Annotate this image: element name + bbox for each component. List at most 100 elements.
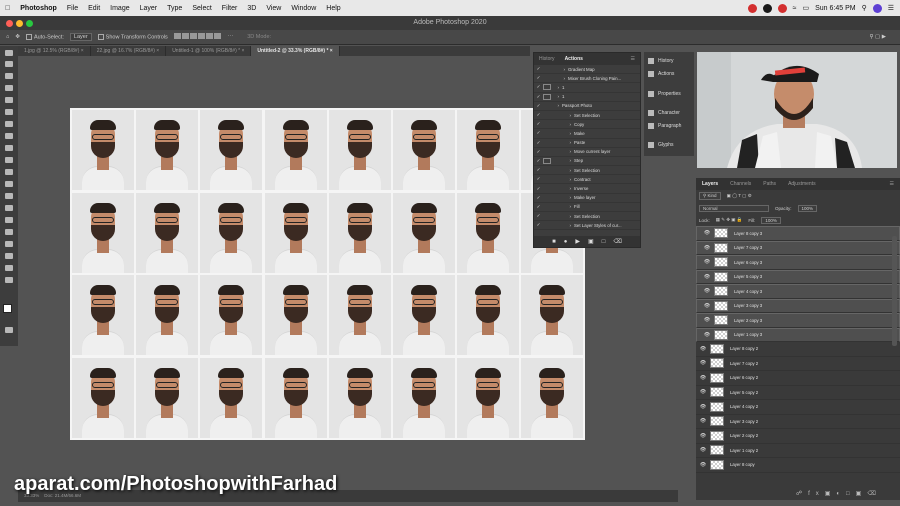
menu-help[interactable]: Help (321, 5, 345, 12)
circle-icon[interactable] (762, 3, 772, 13)
clone-stamp-tool-icon[interactable] (5, 169, 13, 175)
action-row[interactable]: ✓ › Passport Photo (534, 102, 640, 111)
eraser-tool-icon[interactable] (5, 181, 13, 187)
action-row[interactable]: ✓ › Move current layer (534, 148, 640, 157)
chevron-right-icon[interactable]: › (553, 195, 571, 200)
opacity-field[interactable]: 100% (797, 204, 818, 212)
chevron-right-icon[interactable]: › (553, 168, 571, 173)
battery-icon[interactable]: ▭ (802, 4, 809, 12)
healing-tool-icon[interactable] (5, 145, 13, 151)
doc-tab-2[interactable]: 22.jpg @ 16.7% (RGB/8#) × (91, 46, 167, 56)
check-icon[interactable]: ✓ (534, 103, 543, 109)
pen-tool-icon[interactable] (5, 205, 13, 211)
home-icon[interactable]: ⌂ (6, 34, 9, 40)
new-action-icon[interactable]: □ (602, 239, 606, 245)
doc-tab-1[interactable]: 1.jpg @ 12.5% (RGB/8#) × (18, 46, 91, 56)
action-row[interactable]: ✓ › 1 (534, 93, 640, 102)
doc-tab-4[interactable]: Untitled-2 @ 33.3% (RGB/8#) * × (251, 46, 340, 56)
paragraph-panel-button[interactable]: Paragraph (648, 123, 681, 129)
shape-tool-icon[interactable] (5, 241, 13, 247)
quick-select-tool-icon[interactable] (5, 97, 13, 103)
action-row[interactable]: ✓ › Make layer (534, 194, 640, 203)
check-icon[interactable]: ✓ (534, 149, 543, 155)
apple-icon[interactable]:  (0, 5, 15, 12)
brush-tool-icon[interactable] (5, 157, 13, 163)
check-icon[interactable]: ✓ (534, 176, 543, 182)
frame-tool-icon[interactable] (5, 121, 13, 127)
check-icon[interactable]: ✓ (534, 94, 543, 100)
workspace-icons[interactable]: ⚲ ▢ ▶ (869, 34, 886, 40)
check-icon[interactable]: ✓ (534, 204, 543, 210)
quick-mask-icon[interactable] (5, 327, 13, 333)
check-icon[interactable]: ✓ (534, 66, 543, 72)
chevron-right-icon[interactable]: › (553, 76, 565, 81)
eye-icon[interactable]: 👁 (696, 447, 710, 453)
layer-row[interactable]: 👁 Layer 8 copy 3 (696, 226, 900, 241)
hand-tool-icon[interactable] (5, 253, 13, 259)
chevron-right-icon[interactable]: › (553, 131, 571, 136)
eye-icon[interactable]: 👁 (696, 433, 710, 439)
action-row[interactable]: ✓ › Contract (534, 175, 640, 185)
layer-row[interactable]: 👁 Layer 7 copy 2 (696, 357, 900, 371)
status-icon[interactable] (777, 3, 787, 13)
close-window-button[interactable] (6, 20, 13, 27)
layers-scrollbar[interactable] (892, 236, 897, 346)
chevron-right-icon[interactable]: › (553, 186, 571, 191)
chevron-right-icon[interactable]: › (553, 94, 559, 99)
panel-menu-icon[interactable]: ☰ (884, 181, 900, 187)
layer-row[interactable]: 👁 Layer 4 copy 3 (696, 284, 900, 299)
artboard-tool-icon[interactable] (5, 61, 13, 67)
menu-window[interactable]: Window (286, 5, 321, 12)
panel-menu-icon[interactable]: ☰ (626, 56, 640, 62)
properties-panel-button[interactable]: Properties (648, 91, 681, 97)
more-tools-icon[interactable] (5, 277, 13, 283)
lock-icons[interactable]: ▦ ✎ ✥ ▣ 🔒 (716, 217, 743, 223)
check-icon[interactable]: ✓ (534, 167, 543, 173)
check-icon[interactable]: ✓ (534, 213, 543, 219)
chevron-right-icon[interactable]: › (553, 140, 571, 145)
action-row[interactable]: ✓ › 1 (534, 83, 640, 93)
check-icon[interactable]: ✓ (534, 158, 543, 164)
eye-icon[interactable]: 👁 (700, 245, 714, 251)
eye-icon[interactable]: 👁 (696, 418, 710, 424)
tab-history[interactable]: History (534, 56, 560, 62)
menu-extras-icon[interactable]: ☰ (888, 4, 894, 12)
dialog-toggle-icon[interactable] (543, 93, 551, 100)
check-icon[interactable]: ✓ (534, 75, 543, 81)
layer-row[interactable]: 👁 Layer 6 copy 3 (696, 255, 900, 270)
eye-icon[interactable]: 👁 (700, 288, 714, 294)
clock[interactable]: Sun 6:45 PM (815, 5, 855, 12)
menu-filter[interactable]: Filter (217, 5, 243, 12)
eye-icon[interactable]: 👁 (700, 230, 714, 236)
marquee-tool-icon[interactable] (5, 73, 13, 79)
show-transform-checkbox[interactable]: Show Transform Controls (97, 33, 168, 40)
action-row[interactable]: ✓ › Mixer Brush Cloning Pain... (534, 74, 640, 84)
chevron-right-icon[interactable]: › (553, 223, 571, 228)
eye-icon[interactable]: 👁 (696, 346, 710, 352)
menu-image[interactable]: Image (105, 5, 134, 12)
layer-row[interactable]: 👁 Layer 4 copy 2 (696, 400, 900, 415)
action-row[interactable]: ✓ › Set Selection (534, 212, 640, 222)
menu-view[interactable]: View (261, 5, 286, 12)
layer-row[interactable]: 👁 Layer 8 copy 2 (696, 342, 900, 357)
eye-icon[interactable]: 👁 (696, 462, 710, 468)
filter-icons[interactable]: ▣ ◯ T ▢ ⚙ (727, 193, 752, 199)
chevron-right-icon[interactable]: › (553, 113, 571, 118)
minimize-window-button[interactable] (16, 20, 23, 27)
actions-panel-button[interactable]: Actions (648, 71, 674, 77)
doc-tab-3[interactable]: Untitled-1 @ 100% (RGB/8#) * × (166, 46, 252, 56)
layers-footer-icons[interactable]: ☍fx▣◐□▣⌫ (796, 490, 882, 497)
eye-icon[interactable]: 👁 (696, 360, 710, 366)
menu-type[interactable]: Type (162, 5, 187, 12)
crop-tool-icon[interactable] (5, 109, 13, 115)
zoom-tool-icon[interactable] (5, 265, 13, 271)
action-row[interactable]: ✓ › Set Layer Styles of cur... (534, 221, 640, 231)
new-set-icon[interactable]: ▣ (588, 238, 594, 245)
foreground-color-swatch[interactable] (3, 304, 12, 313)
app-menu[interactable]: Photoshop (15, 5, 62, 12)
layer-row[interactable]: 👁 Layer 1 copy 2 (696, 444, 900, 458)
gradient-tool-icon[interactable] (5, 193, 13, 199)
kind-filter-dropdown[interactable]: ⚲ Kind (699, 192, 721, 200)
layer-row[interactable]: 👁 Layer 5 copy 3 (696, 269, 900, 284)
chevron-right-icon[interactable]: › (553, 149, 571, 154)
